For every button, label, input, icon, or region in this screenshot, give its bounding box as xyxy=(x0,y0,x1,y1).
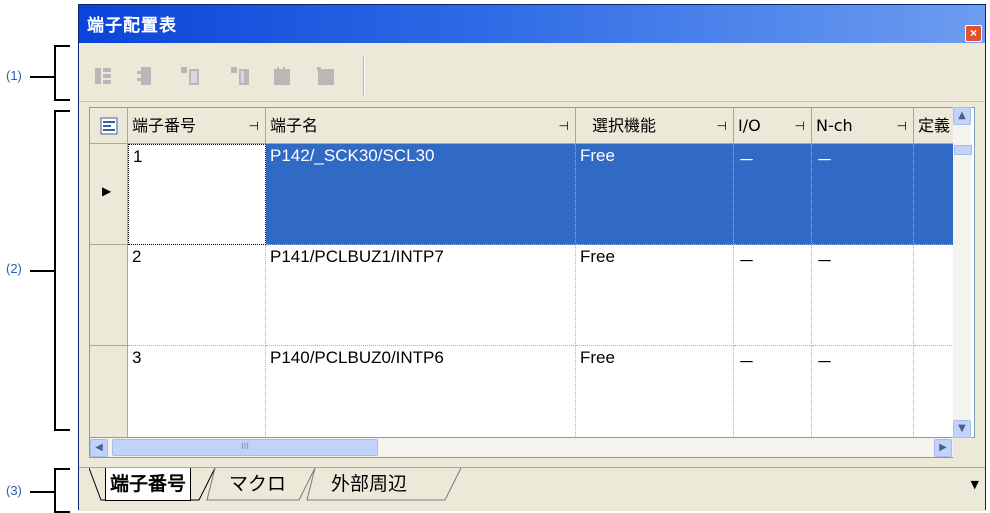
toolbar-btn-2[interactable] xyxy=(135,65,157,87)
vertical-scrollbar[interactable]: ▲ ▼ xyxy=(953,107,972,438)
annotation-1-bracket xyxy=(54,45,70,101)
table-cell[interactable]: － xyxy=(812,346,914,437)
annotation-3: (3) xyxy=(6,483,22,498)
toolbar-btn-3[interactable] xyxy=(179,65,201,87)
toolbar-btn-6[interactable] xyxy=(315,65,337,87)
row-selector[interactable] xyxy=(90,245,128,346)
column-header-nch[interactable]: N-ch ⊣ xyxy=(812,108,914,144)
annotation-3-tick xyxy=(30,491,54,493)
table-cell[interactable]: － xyxy=(734,346,812,437)
column-header-label: 端子名 xyxy=(270,116,319,135)
horizontal-scroll-thumb[interactable]: III xyxy=(112,439,378,456)
toolbar xyxy=(79,43,985,102)
column-header-label: I/O xyxy=(738,116,761,135)
column-header-label: 選択機能 xyxy=(592,116,657,135)
scroll-left-icon[interactable]: ◀ xyxy=(90,439,108,457)
scroll-grip: III xyxy=(241,442,249,452)
tab-pin-number[interactable]: 端子番号 xyxy=(105,468,192,501)
annotation-2-bracket xyxy=(54,110,70,431)
table-cell[interactable]: Free xyxy=(576,144,734,245)
tab-macro[interactable]: マクロ xyxy=(229,468,286,500)
table-cell[interactable]: － xyxy=(734,245,812,346)
pin-grid: 端子番号 ⊣ 端子名 ⊣ 選択機能 ⊣ I/O ⊣ N-ch ⊣ 定義 ▶ 1 P142/… xyxy=(89,107,975,438)
table-cell[interactable]: － xyxy=(812,144,914,245)
annotation-3-bracket xyxy=(54,468,70,513)
table-cell[interactable]: － xyxy=(812,245,914,346)
scroll-up-icon[interactable]: ▲ xyxy=(953,107,971,125)
table-cell[interactable]: － xyxy=(734,144,812,245)
pin-icon[interactable]: ⊣ xyxy=(249,108,259,143)
column-header-label: 定義 xyxy=(918,116,951,135)
column-header-pin-name[interactable]: 端子名 ⊣ xyxy=(266,108,576,144)
toolbar-separator xyxy=(363,57,365,95)
toolbar-btn-1[interactable] xyxy=(93,65,115,87)
table-cell[interactable]: P142/_SCK30/SCL30 xyxy=(266,144,576,245)
column-header-label: 端子番号 xyxy=(132,116,197,135)
column-header-pin-number[interactable]: 端子番号 ⊣ xyxy=(128,108,266,144)
annotation-2: (2) xyxy=(6,261,22,276)
table-cell[interactable]: P140/PCLBUZ0/INTP6 xyxy=(266,346,576,437)
close-icon[interactable]: × xyxy=(965,25,982,42)
column-header-label: N-ch xyxy=(816,116,853,135)
annotation-1: (1) xyxy=(6,68,22,83)
table-settings-icon[interactable] xyxy=(100,117,118,135)
table-cell[interactable]: Free xyxy=(576,346,734,437)
table-cell[interactable]: P141/PCLBUZ1/INTP7 xyxy=(266,245,576,346)
toolbar-btn-4[interactable] xyxy=(229,65,251,87)
window-title: 端子配置表 xyxy=(87,16,177,36)
pin-icon[interactable]: ⊣ xyxy=(559,108,569,143)
current-row-indicator: ▶ xyxy=(102,184,112,198)
pin-icon[interactable]: ⊣ xyxy=(717,108,727,143)
tab-external-peripheral[interactable]: 外部周辺 xyxy=(331,468,407,500)
vertical-scroll-thumb[interactable] xyxy=(954,145,972,155)
column-header-io[interactable]: I/O ⊣ xyxy=(734,108,812,144)
table-cell[interactable]: 3 xyxy=(128,346,266,437)
pin-icon[interactable]: ⊣ xyxy=(795,108,805,143)
row-selector[interactable] xyxy=(90,346,128,437)
tab-bar: 端子番号 マクロ 外部周辺 ▼ xyxy=(79,467,985,511)
corner-header[interactable] xyxy=(90,108,128,144)
toolbar-btn-5[interactable] xyxy=(271,65,293,87)
row-selector[interactable]: ▶ xyxy=(90,144,128,245)
pin-table-panel: 端子配置表 × 端子番号 ⊣ 端子名 ⊣ 選択機能 ⊣ I/O ⊣ N-ch ⊣… xyxy=(78,4,986,511)
scroll-down-icon[interactable]: ▼ xyxy=(953,420,971,438)
annotation-2-tick xyxy=(30,270,54,272)
table-cell[interactable]: 1 xyxy=(128,144,266,245)
annotation-1-tick xyxy=(30,76,54,78)
horizontal-scrollbar[interactable]: ◀ III ▶ xyxy=(89,438,953,458)
column-header-selected-function[interactable]: 選択機能 ⊣ xyxy=(576,108,734,144)
title-bar[interactable]: 端子配置表 × xyxy=(79,5,985,43)
pin-icon[interactable]: ⊣ xyxy=(897,108,907,143)
table-cell[interactable]: Free xyxy=(576,245,734,346)
table-cell[interactable]: 2 xyxy=(128,245,266,346)
tab-dropdown-icon[interactable]: ▼ xyxy=(971,478,979,491)
scroll-right-icon[interactable]: ▶ xyxy=(934,439,952,457)
